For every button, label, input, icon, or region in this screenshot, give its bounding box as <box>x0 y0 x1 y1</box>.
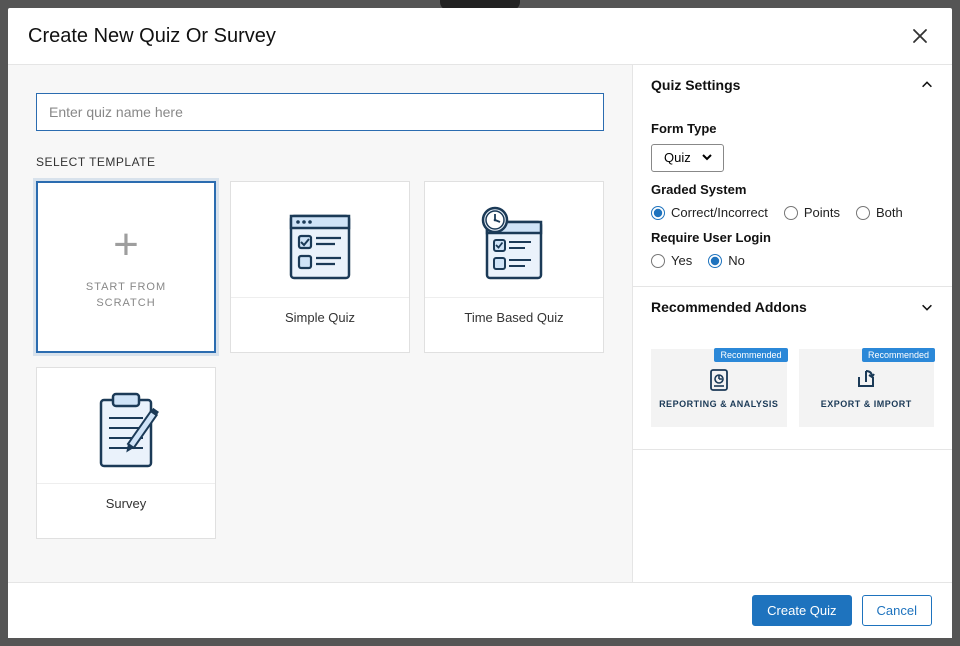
template-label: Simple Quiz <box>231 297 409 337</box>
template-grid: + START FROM SCRATCH <box>36 181 604 539</box>
graded-points-option[interactable]: Points <box>784 205 840 220</box>
addons-title: Recommended Addons <box>651 299 807 315</box>
addons-header[interactable]: Recommended Addons <box>633 287 952 327</box>
addon-label: EXPORT & IMPORT <box>821 399 912 409</box>
settings-pane: Quiz Settings Form Type Quiz Graded Syst… <box>633 65 952 582</box>
modal-body: SELECT TEMPLATE + START FROM SCRATCH <box>8 64 952 582</box>
radio-label: Both <box>876 205 903 220</box>
modal-footer: Create Quiz Cancel <box>8 582 952 638</box>
export-import-icon <box>853 367 879 393</box>
require-login-yes-option[interactable]: Yes <box>651 253 692 268</box>
addon-label: REPORTING & ANALYSIS <box>659 399 778 409</box>
template-label: Survey <box>37 483 215 523</box>
addons-section: Recommended Addons Recommended REPORTING… <box>633 287 952 450</box>
radio-label: Points <box>804 205 840 220</box>
addon-export-import[interactable]: Recommended EXPORT & IMPORT <box>799 349 935 427</box>
addons-row: Recommended REPORTING & ANALYSIS Recomme… <box>633 327 952 449</box>
radio-label: Yes <box>671 253 692 268</box>
create-quiz-modal: Create New Quiz Or Survey SELECT TEMPLAT… <box>8 8 952 638</box>
template-survey[interactable]: Survey <box>36 367 216 539</box>
template-start-from-scratch[interactable]: + START FROM SCRATCH <box>36 181 216 353</box>
require-login-no-radio[interactable] <box>708 254 722 268</box>
chevron-down-icon <box>920 300 934 314</box>
form-type-select[interactable]: Quiz <box>660 149 715 166</box>
template-simple-quiz[interactable]: Simple Quiz <box>230 181 410 353</box>
quiz-settings-body: Form Type Quiz Graded System Correct/Inc… <box>633 105 952 286</box>
time-quiz-icon <box>469 197 559 297</box>
template-time-based-quiz[interactable]: Time Based Quiz <box>424 181 604 353</box>
form-type-label: Form Type <box>651 121 934 136</box>
graded-correct-incorrect-option[interactable]: Correct/Incorrect <box>651 205 768 220</box>
form-type-select-wrap[interactable]: Quiz <box>651 144 724 172</box>
recommended-badge: Recommended <box>862 348 935 362</box>
chevron-up-icon <box>920 78 934 92</box>
close-icon <box>912 28 928 44</box>
require-login-no-option[interactable]: No <box>708 253 745 268</box>
plus-icon: + <box>113 223 139 267</box>
quiz-settings-header[interactable]: Quiz Settings <box>633 65 952 105</box>
graded-points-radio[interactable] <box>784 206 798 220</box>
quiz-settings-title: Quiz Settings <box>651 77 740 93</box>
close-button[interactable] <box>908 24 932 48</box>
radio-label: Correct/Incorrect <box>671 205 768 220</box>
graded-both-option[interactable]: Both <box>856 205 903 220</box>
require-login-label: Require User Login <box>651 230 934 245</box>
template-label: START FROM SCRATCH <box>86 279 166 312</box>
recommended-badge: Recommended <box>714 348 787 362</box>
select-template-label: SELECT TEMPLATE <box>36 155 604 169</box>
graded-system-options: Correct/Incorrect Points Both <box>651 205 934 220</box>
template-pane: SELECT TEMPLATE + START FROM SCRATCH <box>8 65 633 582</box>
template-label: Time Based Quiz <box>425 297 603 337</box>
quiz-settings-section: Quiz Settings Form Type Quiz Graded Syst… <box>633 65 952 287</box>
create-quiz-button[interactable]: Create Quiz <box>752 595 851 626</box>
addon-reporting-analysis[interactable]: Recommended REPORTING & ANALYSIS <box>651 349 787 427</box>
require-login-yes-radio[interactable] <box>651 254 665 268</box>
cancel-button[interactable]: Cancel <box>862 595 932 626</box>
modal-header: Create New Quiz Or Survey <box>8 8 952 64</box>
graded-system-label: Graded System <box>651 182 934 197</box>
graded-both-radio[interactable] <box>856 206 870 220</box>
survey-icon <box>81 383 171 483</box>
modal-title: Create New Quiz Or Survey <box>28 25 276 48</box>
reporting-icon <box>706 367 732 393</box>
graded-correct-incorrect-radio[interactable] <box>651 206 665 220</box>
quiz-name-input[interactable] <box>36 93 604 131</box>
radio-label: No <box>728 253 745 268</box>
require-login-options: Yes No <box>651 253 934 268</box>
simple-quiz-icon <box>275 197 365 297</box>
